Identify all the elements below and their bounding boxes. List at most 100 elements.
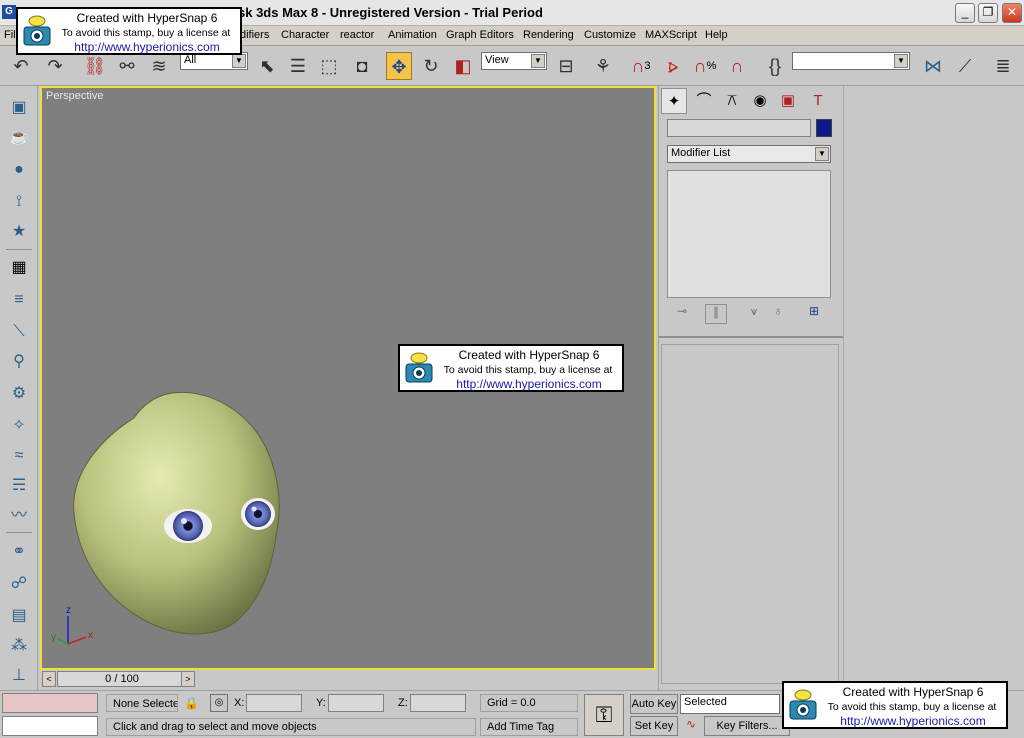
bone-icon[interactable]: ⟍ [7, 320, 31, 344]
set-key-button[interactable]: Set Key [630, 716, 678, 736]
star-shape-icon[interactable]: ★ [7, 220, 31, 244]
left-tool-strip: ▣ ☕ ● ⟟ ★ ▦ ≡ ⟍ ⚲ ⚙ ✧ ≈ ☴ 〰 ⚭ ☍ ▤ ⁂ ⊥ [0, 86, 38, 690]
menu-modifiers[interactable]: difiers [240, 29, 269, 41]
checker-map-icon[interactable]: ▦ [7, 256, 31, 280]
edit-named-selections-icon[interactable]: {} [762, 52, 788, 80]
tab-motion-icon[interactable]: ◉ [747, 88, 773, 114]
paint-icon[interactable]: ⚲ [7, 350, 31, 374]
add-time-tag-button[interactable]: Add Time Tag [480, 718, 578, 736]
rectangular-selection-icon[interactable]: ⬚ [316, 52, 342, 80]
tab-display-icon[interactable]: ▣ [775, 88, 801, 114]
minimize-button[interactable]: _ [955, 3, 975, 23]
select-by-name-icon[interactable]: ☰ [285, 52, 311, 80]
configure-modifier-sets-icon[interactable]: ⊞ [803, 304, 825, 322]
y-coordinate-field[interactable] [328, 694, 384, 712]
time-slider-next-button[interactable]: > [181, 671, 195, 687]
snap-toggle-icon[interactable]: ∩3 [628, 52, 654, 80]
layer-manager-icon[interactable]: ≣ [990, 52, 1016, 80]
select-and-rotate-icon[interactable]: ↻ [418, 52, 444, 80]
key-filters-button[interactable]: Key Filters... [704, 716, 790, 736]
show-end-result-icon[interactable]: ∥ [705, 304, 727, 324]
bind-space-warp-icon[interactable]: ≋ [146, 52, 172, 80]
lock-icon[interactable]: 🔒 [184, 694, 199, 712]
z-coordinate-field[interactable] [410, 694, 466, 712]
helper-icon[interactable]: ⊥ [7, 664, 31, 688]
maxscript-input-field[interactable] [2, 716, 98, 736]
modifier-stack[interactable] [667, 170, 831, 298]
time-slider-prev-button[interactable]: < [42, 671, 56, 687]
use-pivot-center-icon[interactable]: ⊟ [553, 52, 579, 80]
unlink-icon[interactable]: ⚯ [114, 52, 140, 80]
menu-character[interactable]: Character [281, 29, 329, 41]
select-and-scale-icon[interactable]: ◧ [450, 52, 476, 80]
menu-customize[interactable]: Customize [584, 29, 636, 41]
menu-graph-editors[interactable]: Graph Editors [446, 29, 514, 41]
menu-help[interactable]: Help [705, 29, 728, 41]
curve-editor-icon[interactable]: ∿ [682, 717, 700, 735]
select-and-move-icon[interactable]: ✥ [386, 52, 412, 80]
ik-chain-icon[interactable]: ⚭ [7, 540, 31, 564]
window-crossing-icon[interactable]: ◘ [349, 52, 375, 80]
absolute-mode-toggle-icon[interactable]: ◎ [210, 694, 228, 712]
gear-icon[interactable]: ⚙ [7, 382, 31, 406]
maximize-button[interactable]: ❐ [978, 3, 998, 23]
select-and-link-icon[interactable]: ⛓ [82, 52, 108, 80]
menu-file[interactable]: Fil [4, 29, 16, 41]
spinner-snap-icon[interactable]: ∩ [724, 52, 750, 80]
maxscript-listener-mini[interactable] [2, 693, 98, 713]
alien-head-model[interactable] [73, 391, 280, 635]
align-icon[interactable]: ⟋ [952, 52, 978, 80]
percent-snap-icon[interactable]: ∩% [692, 52, 718, 80]
tab-utilities-icon[interactable]: T [805, 88, 831, 114]
select-object-icon[interactable]: ⬉ [254, 52, 280, 80]
cloth-icon[interactable]: ▤ [7, 604, 31, 628]
box-primitive-icon[interactable]: ▣ [7, 96, 31, 120]
sphere-icon[interactable]: ● [7, 158, 31, 182]
object-color-swatch[interactable] [816, 119, 832, 137]
menu-rendering[interactable]: Rendering [523, 29, 574, 41]
teapot-icon[interactable]: ☕ [7, 126, 31, 150]
redo-icon[interactable]: ↷ [42, 52, 68, 80]
set-key-icon[interactable]: ⚿ [584, 694, 624, 736]
cone-icon[interactable]: ⟟ [7, 190, 31, 214]
x-coordinate-field[interactable] [246, 694, 302, 712]
watermark-link[interactable]: http://www.hyperionics.com [440, 377, 618, 391]
close-button[interactable]: ✕ [1002, 3, 1022, 23]
auto-key-button[interactable]: Auto Key [630, 694, 678, 714]
watermark-title: Created with HyperSnap 6 [842, 685, 984, 699]
time-slider[interactable]: 0 / 100 [57, 671, 187, 687]
key-mode-dropdown[interactable]: Selected [680, 694, 780, 714]
menu-maxscript[interactable]: MAXScript [645, 29, 697, 41]
y-coordinate-label: Y: [316, 697, 326, 709]
mirror-icon[interactable]: ⋈ [920, 52, 946, 80]
particle-icon[interactable]: ⁂ [7, 634, 31, 658]
select-and-manipulate-icon[interactable]: ⚘ [590, 52, 616, 80]
tab-modify-icon[interactable]: ⌒ [691, 88, 717, 114]
watermark-link[interactable]: http://www.hyperionics.com [824, 714, 1002, 728]
modifier-list-dropdown[interactable]: Modifier List ▼ [667, 145, 831, 163]
axis-x-label: x [88, 630, 93, 641]
menu-reactor[interactable]: reactor [340, 29, 374, 41]
angle-snap-icon[interactable]: ⦠ [660, 52, 686, 80]
pin-stack-icon[interactable]: ⊸ [671, 304, 693, 322]
remove-modifier-icon[interactable]: ♁ [767, 304, 789, 322]
named-selection-sets-dropdown[interactable]: ▼ [792, 52, 910, 70]
grid-size-text: Grid = 0.0 [480, 694, 578, 712]
rollout-area [661, 344, 839, 684]
biped-icon[interactable]: ☍ [7, 572, 31, 596]
space-warp-icon[interactable]: ✧ [7, 414, 31, 438]
undo-icon[interactable]: ↶ [8, 52, 34, 80]
reference-coordinate-dropdown[interactable]: View ▼ [481, 52, 547, 70]
watermark-link[interactable]: http://www.hyperionics.com [58, 40, 236, 54]
wave-icon[interactable]: ☴ [7, 474, 31, 498]
menu-animation[interactable]: Animation [388, 29, 437, 41]
ripple-icon[interactable]: 〰 [7, 504, 31, 528]
object-name-field[interactable] [667, 119, 811, 137]
divider [6, 249, 32, 250]
watermark-notice: To avoid this stamp, buy a license at [827, 701, 997, 713]
tab-hierarchy-icon[interactable]: ⚻ [719, 88, 745, 114]
spring-icon[interactable]: ≡ [7, 288, 31, 312]
tab-create-icon[interactable]: ✦ [661, 88, 687, 114]
make-unique-icon[interactable]: ⩛ [743, 304, 765, 322]
wind-icon[interactable]: ≈ [7, 444, 31, 468]
